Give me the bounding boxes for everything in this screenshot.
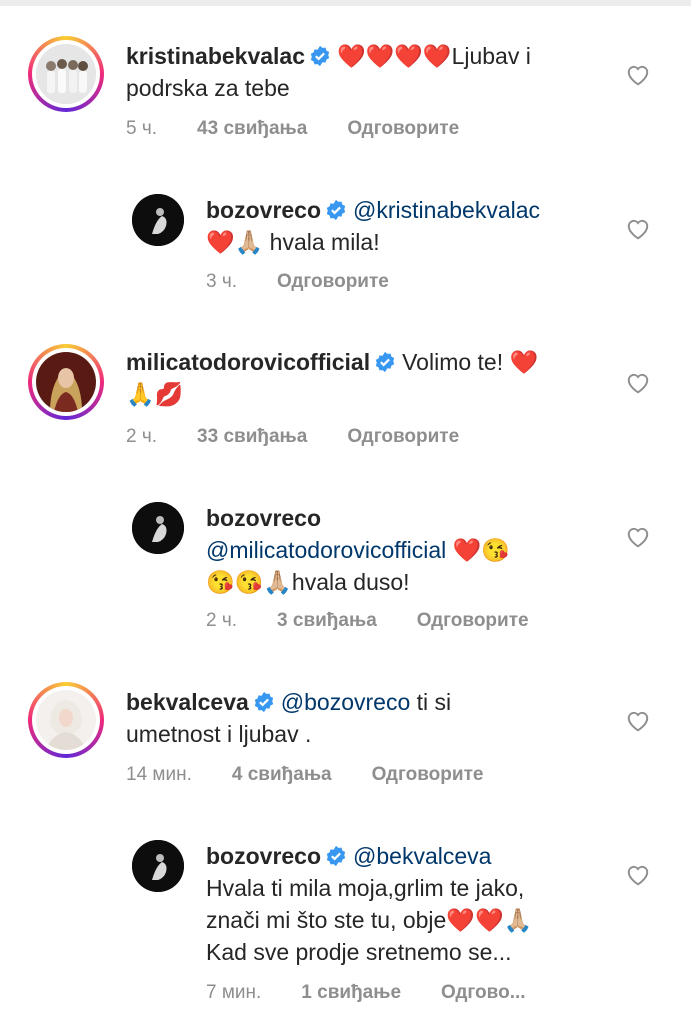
reply-body: Hvala ti mila moja,grlim te jako, [206,875,525,901]
reply-body: ❤️😘 [452,537,510,563]
avatar-image [36,690,96,750]
reply-body-line: 😘😘🙏🏼hvala duso! [206,569,410,595]
reply-button[interactable]: Одговорите [347,426,459,447]
avatar-story-ring[interactable] [28,682,104,758]
comment-text: kristinabekvalac ❤️❤️❤️❤️Ljubav i podrska… [126,40,606,104]
verified-badge-icon [326,199,346,221]
reply-time: 2 ч. [206,610,238,631]
avatar-story-ring[interactable] [28,344,104,420]
comment-meta: 5 ч. 43 свиђања Одговорите [126,118,499,140]
comment-body-line: podrska za tebe [126,75,290,101]
comment-body: Volimo te! ❤️ [402,349,539,375]
likes-count[interactable]: 1 свиђање [301,982,401,1003]
likes-count[interactable]: 43 свиђања [197,118,307,139]
avatar[interactable] [132,840,184,892]
comment-time: 5 ч. [126,118,158,139]
reply-meta: 2 ч. 3 свиђања Одговорите [206,610,569,632]
mention-link[interactable]: @bozovreco [281,689,410,715]
verified-badge-icon [254,691,273,713]
reply-body-line: znači mi što ste tu, obje❤️❤️🙏🏼 [206,907,533,933]
heart-outline-icon[interactable] [625,862,651,886]
comment-body-line: umetnost i ljubav . [126,721,312,747]
heart-outline-icon[interactable] [625,524,651,548]
heart-outline-icon[interactable] [625,370,651,394]
reply-meta: 7 мин. 1 свиђање Одгово... [206,982,566,1004]
reply-text: bozovreco @kristinabekvalac ❤️🙏🏼 hvala mi… [206,194,626,258]
reply-username[interactable]: bozovreco [206,505,321,531]
comment-body-line: 🙏💋 [126,381,184,407]
reply-username[interactable]: bozovreco [206,843,321,869]
avatar-image [132,502,184,554]
verified-badge-icon [326,845,346,867]
reply-text: bozovreco @bekvalceva Hvala ti mila moja,… [206,840,626,968]
likes-count[interactable]: 3 свиђања [277,610,377,631]
verified-badge-icon [310,45,330,67]
heart-outline-icon[interactable] [625,708,651,732]
avatar-story-ring[interactable] [28,36,104,112]
comment-text: milicatodorovicofficial Volimo te! ❤️ 🙏💋 [126,346,616,410]
verified-badge-icon [375,351,395,373]
reply-body-line: Kad sve prodje sretnemo se... [206,939,512,965]
comment-text: bekvalceva @bozovreco ti si umetnost i lj… [126,686,616,750]
avatar-image [36,352,96,412]
comment-body: ❤️❤️❤️❤️Ljubav i [337,43,531,69]
reply-time: 3 ч. [206,271,238,292]
likes-count[interactable]: 4 свиђања [232,764,332,785]
comment-time: 2 ч. [126,426,158,447]
top-divider [0,0,691,6]
mention-link[interactable]: @kristinabekvalac [353,197,540,223]
comment-username[interactable]: milicatodorovicofficial [126,349,370,375]
mention-link[interactable]: @milicatodorovicofficial [206,537,446,563]
comment-meta: 2 ч. 33 свиђања Одговорите [126,426,499,448]
heart-outline-icon[interactable] [625,216,651,240]
reply-button[interactable]: Одговорите [417,610,529,631]
comment-time: 14 мин. [126,764,192,785]
reply-username[interactable]: bozovreco [206,197,321,223]
comment-username[interactable]: kristinabekvalac [126,43,305,69]
reply-time: 7 мин. [206,982,262,1003]
reply-button[interactable]: Одговорите [277,271,389,292]
reply-meta: 3 ч. Одговорите [206,271,429,293]
comment-username[interactable]: bekvalceva [126,689,249,715]
avatar[interactable] [132,194,184,246]
likes-count[interactable]: 33 свиђања [197,426,307,447]
avatar[interactable] [132,502,184,554]
reply-text: bozovreco @milicatodorovicofficial ❤️😘 😘… [206,502,626,598]
reply-button[interactable]: Одговорите [372,764,484,785]
avatar-image [36,44,96,104]
avatar-image [132,840,184,892]
reply-button[interactable]: Одгово... [441,982,526,1003]
mention-link[interactable]: @bekvalceva [353,843,491,869]
comment-meta: 14 мин. 4 свиђања Одговорите [126,764,523,786]
comment-body: ti si [410,689,452,715]
heart-outline-icon[interactable] [625,62,651,86]
avatar-image [132,194,184,246]
reply-button[interactable]: Одговорите [347,118,459,139]
reply-body: ❤️🙏🏼 hvala mila! [206,229,380,255]
